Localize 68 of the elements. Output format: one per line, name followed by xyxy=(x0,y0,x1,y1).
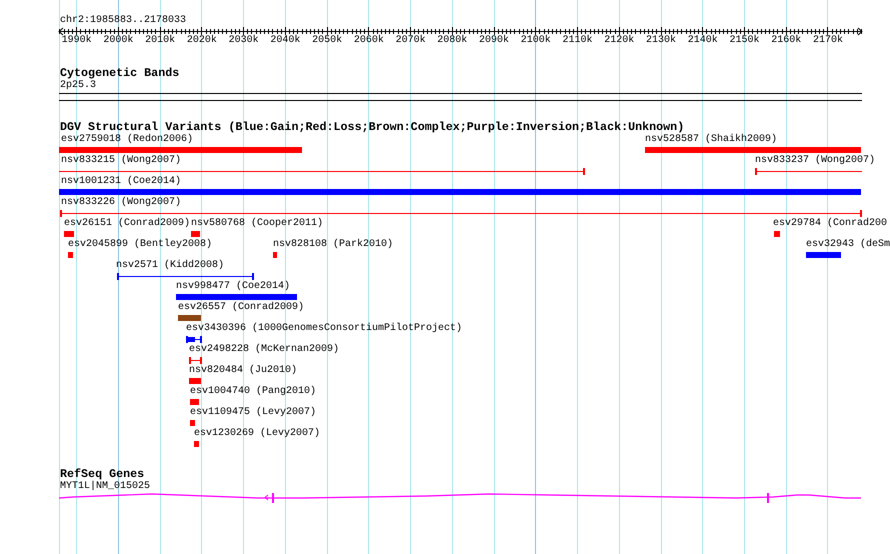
tick-label: 2140k xyxy=(688,35,718,47)
variant-label: nsv820484 (Ju2010) xyxy=(189,365,298,377)
tick-label: 2010k xyxy=(145,35,176,47)
variant-bar[interactable] xyxy=(190,420,195,426)
variant-bar[interactable] xyxy=(68,252,73,258)
tick-label: 2000k xyxy=(103,35,134,47)
variant-span[interactable] xyxy=(755,168,862,175)
tick-label: 2130k xyxy=(646,35,676,47)
variant-label: esv1004740 (Pang2010) xyxy=(190,386,316,398)
variant-bar[interactable] xyxy=(189,378,201,384)
variant-label: nsv998477 (Coe2014) xyxy=(176,281,290,293)
variant-span[interactable] xyxy=(117,273,254,280)
region-title: chr2:1985883..2178033 xyxy=(60,15,186,27)
variant-label: nsv833215 (Wong2007) xyxy=(61,155,182,167)
variant-span[interactable] xyxy=(60,210,862,217)
tick-label: 2100k xyxy=(520,35,551,47)
tick-label: 2070k xyxy=(396,35,426,47)
track-title: Cytogenetic Bands xyxy=(60,66,180,80)
variant-label: esv1109475 (Levy2007) xyxy=(190,407,316,419)
tick-label: 2160k xyxy=(771,35,802,47)
tick-label: 2030k xyxy=(228,35,259,47)
variant-label: nsv828108 (Park2010) xyxy=(273,239,394,251)
variant-bar[interactable] xyxy=(774,231,780,237)
variant-bar[interactable] xyxy=(190,399,199,405)
variant-bar[interactable] xyxy=(806,252,841,258)
tick-label: 2170k xyxy=(812,35,843,47)
variant-span[interactable] xyxy=(59,168,585,175)
variant-bar[interactable] xyxy=(59,189,861,195)
variant-label: esv26557 (Conrad2009) xyxy=(178,302,304,314)
variant-label: esv32943 (deSm xyxy=(806,239,890,251)
variant-bar[interactable] xyxy=(64,231,74,237)
variant-label: nsv528587 (Shaikh2009) xyxy=(645,134,778,146)
variant-label: esv2498228 (McKernan2009) xyxy=(189,344,340,356)
variant-bar[interactable] xyxy=(273,252,277,258)
variant-bar[interactable] xyxy=(178,315,201,321)
variant-label: esv29784 (Conrad200 xyxy=(773,218,888,230)
variant-span[interactable] xyxy=(189,357,202,364)
tick-label: 2040k xyxy=(270,35,300,47)
track-title: RefSeq Genes xyxy=(60,467,144,481)
variant-bar[interactable] xyxy=(191,231,200,237)
band-label: 2p25.3 xyxy=(60,80,96,92)
variant-label: esv3430396 (1000GenomesConsortiumPilotProject) xyxy=(186,323,462,335)
variant-bar[interactable] xyxy=(59,147,302,153)
variant-label: nsv833226 (Wong2007) xyxy=(61,197,182,209)
variant-bar[interactable] xyxy=(176,294,297,300)
tick-label: 2060k xyxy=(354,35,384,47)
variant-label: esv2759018 (Redon2006) xyxy=(61,134,194,146)
variant-bar[interactable] xyxy=(194,441,199,447)
variant-bar[interactable] xyxy=(645,147,861,153)
variant-label: nsv833237 (Wong2007) xyxy=(755,155,876,167)
gene-model-drawing[interactable] xyxy=(59,492,862,504)
variant-label: esv1230269 (Levy2007) xyxy=(194,428,320,440)
variant-span[interactable] xyxy=(186,336,202,343)
tick-label: 2150k xyxy=(729,35,760,47)
variant-label: esv26151 (Conrad2009) xyxy=(64,218,190,230)
variant-label: nsv1001231 (Coe2014) xyxy=(61,176,182,188)
variant-label: esv2045899 (Bentley2008) xyxy=(68,239,212,251)
tick-label: 2050k xyxy=(312,35,342,47)
tick-label: 2090k xyxy=(479,35,510,47)
track-title: DGV Structural Variants (Blue:Gain;Red:Loss;Brown:Complex;Purple:Inversion;Black:Unknown) xyxy=(60,120,684,134)
variant-label: nsv580768 (Cooper2011) xyxy=(191,218,324,230)
tick-label: 1990k xyxy=(62,35,92,47)
tick-label: 2110k xyxy=(562,35,593,47)
gene-label: MYT1L|NM_015025 xyxy=(60,481,150,493)
tick-label: 2080k xyxy=(437,35,468,47)
variant-label: nsv2571 (Kidd2008) xyxy=(116,260,224,272)
tick-label: 2020k xyxy=(186,35,217,47)
tick-label: 2120k xyxy=(604,35,634,47)
